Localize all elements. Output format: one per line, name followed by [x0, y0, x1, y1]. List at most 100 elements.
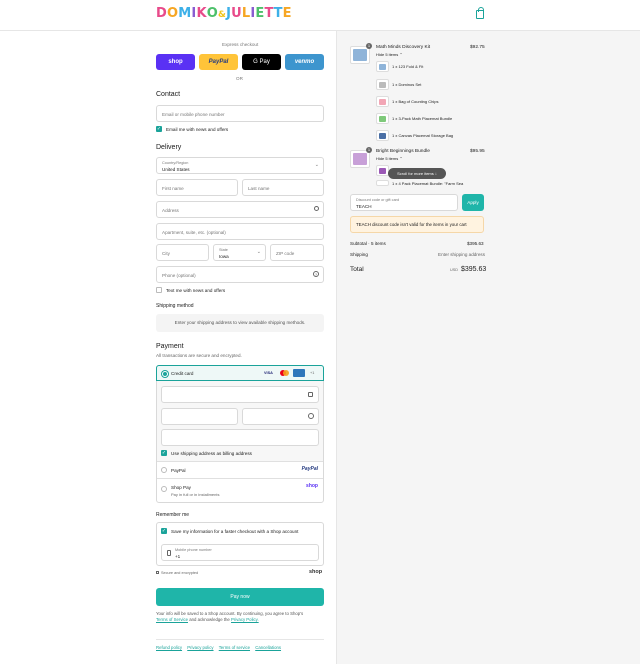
remember-me-heading: Remember me: [156, 512, 190, 518]
sub-item: 1 x 4 Pack Placemat Bundle: "Farm Sea: [392, 181, 464, 186]
sub-item-thumbnail: [376, 79, 389, 90]
cart-item-price: $92.75: [470, 45, 485, 50]
chevron-down-icon: ⌄: [314, 162, 319, 168]
paypal-button[interactable]: PayPal: [199, 54, 238, 70]
payment-subtitle: All transactions are secure and encrypte…: [156, 353, 242, 358]
zip-field[interactable]: ZIP code: [270, 244, 324, 261]
cart-item-price: $95.95: [470, 149, 485, 154]
discount-value: TEACH: [356, 203, 372, 209]
header: DOMIKO&JULIETTE: [0, 0, 640, 31]
payment-heading: Payment: [156, 343, 184, 350]
discount-error: TEACH discount code isn't valid for the …: [350, 216, 484, 233]
refund-policy-link[interactable]: Refund policy: [156, 645, 182, 650]
mobile-phone-value: +1: [175, 553, 181, 559]
sub-item: 1 x Bag of Counting Chips: [392, 99, 439, 104]
country-select[interactable]: Country/Region United States ⌄: [156, 157, 324, 174]
total-label: Total: [350, 266, 364, 273]
shopping-bag-icon[interactable]: [476, 7, 484, 19]
express-checkout-label: Express checkout: [222, 42, 259, 47]
shipping-label: Shipping: [350, 252, 368, 257]
cart-item-name: Bright Beginnings Bundle: [376, 149, 430, 154]
sub-item-thumbnail: [376, 165, 389, 176]
first-name-field[interactable]: First name: [156, 179, 238, 196]
pay-now-button[interactable]: Pay now: [156, 588, 324, 606]
paypal-label: PayPal: [171, 468, 186, 473]
paypal-option[interactable]: PayPal PayPal: [157, 461, 323, 478]
shop-pay-logo: shop: [306, 483, 318, 489]
email-news-label: Email me with news and offers: [166, 127, 229, 132]
discount-label: Discount code or gift card: [356, 198, 400, 202]
text-news-label: Text me with news and offers: [166, 288, 226, 293]
apply-button[interactable]: Apply: [462, 194, 484, 211]
text-news-checkbox[interactable]: [156, 287, 162, 293]
subtotal-value: $395.63: [467, 241, 484, 246]
phone-placeholder: Phone (optional): [162, 273, 196, 278]
privacy-link[interactable]: Privacy Policy.: [231, 617, 259, 622]
mobile-phone-field[interactable]: Mobile phone number +1: [161, 544, 319, 561]
apartment-field[interactable]: Apartment, suite, etc. (optional): [156, 223, 324, 240]
help-icon: ?: [313, 271, 319, 277]
scroll-for-more-button[interactable]: Scroll for more items ↓: [388, 168, 446, 179]
brand-logo[interactable]: DOMIKO&JULIETTE: [156, 6, 292, 21]
last-name-field[interactable]: Last name: [242, 179, 324, 196]
credit-card-option[interactable]: Credit card VISA +1: [156, 365, 324, 381]
lock-icon: [308, 392, 313, 397]
save-info-label: Save my information for a faster checkou…: [171, 529, 299, 534]
currency-label: USD: [450, 268, 459, 272]
search-icon: [314, 206, 319, 211]
hide-items-toggle[interactable]: Hide 5 items ⌃: [376, 156, 403, 161]
terms-link[interactable]: Terms of Service: [156, 617, 188, 622]
state-value: Iowa: [219, 253, 229, 259]
hide-items-toggle[interactable]: Hide 5 items ⌃: [376, 52, 403, 57]
sub-item-thumbnail: [376, 96, 389, 107]
venmo-button[interactable]: venmo: [285, 54, 324, 70]
shop-pay-button[interactable]: shop: [156, 54, 195, 70]
more-cards-badge: +1: [310, 371, 315, 375]
arrow-down-icon: ↓: [434, 171, 437, 176]
terms-of-service-link[interactable]: Terms of service: [219, 645, 250, 650]
billing-address-checkbox[interactable]: ✓: [161, 450, 167, 456]
shop-logo: shop: [309, 569, 323, 575]
radio-icon: [161, 486, 167, 492]
cancellations-link[interactable]: Cancellations: [255, 645, 281, 650]
save-info-checkbox[interactable]: ✓: [161, 528, 167, 534]
privacy-policy-link[interactable]: Privacy policy: [187, 645, 213, 650]
country-value: United States: [162, 166, 190, 172]
chevron-up-icon: ⌃: [399, 52, 403, 57]
billing-address-label: Use shipping address as billing address: [171, 451, 252, 456]
phone-field[interactable]: Phone (optional) ?: [156, 266, 324, 283]
footer-divider: [156, 639, 324, 640]
paypal-logo: PayPal: [301, 466, 318, 472]
radio-selected-icon: [162, 371, 168, 377]
email-field[interactable]: Email or mobile phone number: [156, 105, 324, 122]
hide-items-label: Hide 5 items: [376, 52, 399, 57]
help-icon: [308, 413, 314, 419]
contact-heading: Contact: [156, 91, 181, 98]
sub-item-thumbnail: [376, 180, 389, 186]
shop-pay-label: Shop Pay: [171, 485, 191, 490]
total-value: $395.63: [461, 266, 487, 273]
scroll-hint-label: Scroll for more items: [397, 171, 434, 176]
email-news-checkbox[interactable]: ✓: [156, 126, 162, 132]
security-code-field[interactable]: [242, 408, 319, 425]
country-label: Country/Region: [162, 161, 189, 165]
order-summary: [336, 31, 640, 664]
shop-pay-option[interactable]: Shop Pay Pay in full or in installments …: [157, 478, 323, 502]
radio-icon: [161, 467, 167, 473]
google-pay-button[interactable]: G Pay: [242, 54, 281, 70]
expiry-field[interactable]: [161, 408, 238, 425]
legal-text: Your info will be saved to a Shop accoun…: [156, 611, 324, 623]
shipping-method-placeholder: Enter your shipping address to view avai…: [156, 314, 324, 332]
name-on-card-field[interactable]: [161, 429, 319, 446]
discount-code-field[interactable]: Discount code or gift card TEACH: [350, 194, 458, 211]
shop-pay-subtitle: Pay in full or in installments: [171, 492, 220, 497]
subtotal-label: Subtotal · 5 items: [350, 241, 386, 246]
quantity-badge: 1: [366, 147, 372, 153]
address-field[interactable]: Address: [156, 201, 324, 218]
card-number-field[interactable]: [161, 386, 319, 403]
state-select[interactable]: State Iowa ⌄: [213, 244, 266, 261]
delivery-heading: Delivery: [156, 144, 182, 151]
sub-item-thumbnail: [376, 113, 389, 124]
quantity-badge: 1: [366, 43, 372, 49]
city-field[interactable]: City: [156, 244, 209, 261]
